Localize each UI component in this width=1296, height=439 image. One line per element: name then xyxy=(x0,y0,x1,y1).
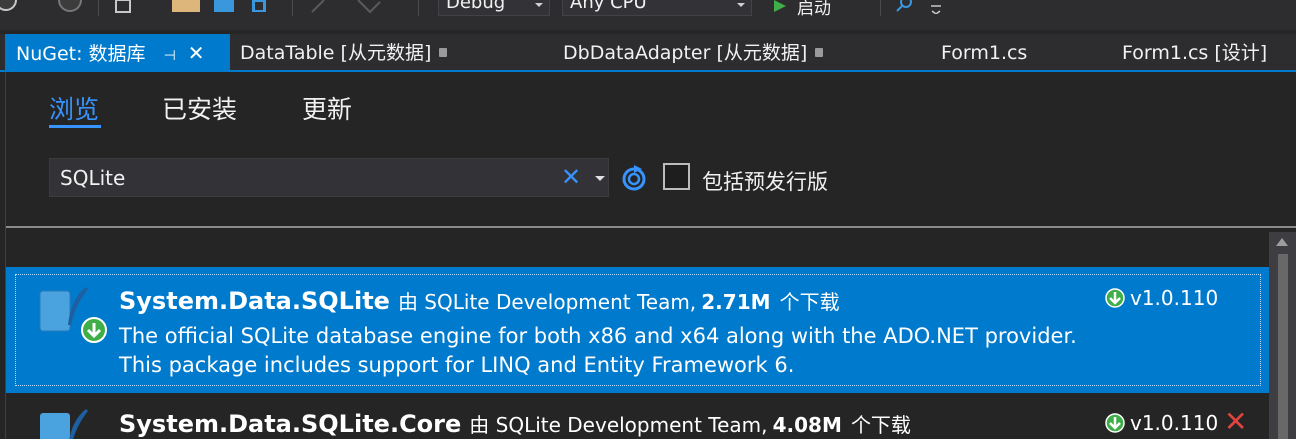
description-line: The official SQLite database engine for … xyxy=(119,324,1077,348)
package-title: System.Data.SQLite.Core 由 SQLite Developm… xyxy=(119,409,911,438)
search-input[interactable] xyxy=(60,166,540,190)
toolbar: Debug Any CPU 启动 xyxy=(0,0,1296,30)
scroll-up-icon[interactable] xyxy=(1276,238,1288,246)
tab-form1-design-label: Form1.cs [设计] xyxy=(1122,42,1268,64)
platform-value: Any CPU xyxy=(570,0,647,13)
package-name[interactable]: System.Data.SQLite.Core xyxy=(119,410,461,438)
tab-form1-cs-label: Form1.cs xyxy=(941,42,1028,64)
tab-nuget-label: NuGet: 数据库 xyxy=(16,43,146,65)
save-all-icon[interactable] xyxy=(248,0,270,14)
tab-installed[interactable]: 已安装 xyxy=(162,90,237,126)
toolbar-overflow-icon[interactable] xyxy=(930,0,942,14)
tab-dbdataadapter-label: DbDataAdapter [从元数据] xyxy=(563,42,808,64)
new-project-icon[interactable] xyxy=(112,0,136,14)
package-author: 由 SQLite Development Team, xyxy=(397,290,697,314)
scroll-thumb[interactable] xyxy=(1278,254,1288,439)
find-icon[interactable] xyxy=(894,0,916,14)
prerelease-checkbox[interactable] xyxy=(663,163,690,190)
package-title: System.Data.SQLite 由 SQLite Development T… xyxy=(119,286,840,315)
version-label: v1.0.110 xyxy=(1104,411,1218,436)
download-icon xyxy=(1105,412,1125,433)
package-description: The official SQLite database engine for … xyxy=(119,322,1077,380)
tab-browse[interactable]: 浏览 xyxy=(49,90,99,126)
configuration-dropdown[interactable]: Debug xyxy=(438,0,550,16)
sqlite-logo-icon xyxy=(40,409,88,439)
search-box: ✕ xyxy=(49,158,609,197)
refresh-icon[interactable] xyxy=(620,164,648,192)
version-value: v1.0.110 xyxy=(1130,286,1219,310)
browse-underline xyxy=(49,125,101,128)
tab-dbdataadapter[interactable]: DbDataAdapter [从元数据] xyxy=(563,34,824,72)
redo-icon[interactable] xyxy=(356,0,382,14)
download-icon xyxy=(81,317,107,343)
close-icon[interactable]: ✕ xyxy=(561,163,581,191)
divider xyxy=(6,226,1296,228)
download-suffix: 个下载 xyxy=(850,413,911,437)
tab-nuget[interactable]: NuGet: 数据库 ⊣ ✕ xyxy=(5,34,230,72)
save-icon[interactable] xyxy=(214,0,236,14)
download-suffix: 个下载 xyxy=(779,290,840,314)
start-icon[interactable] xyxy=(772,0,790,14)
tab-updates[interactable]: 更新 xyxy=(302,90,352,126)
tab-form1-design[interactable]: Form1.cs [设计] xyxy=(1122,34,1267,72)
tab-datatable-label: DataTable [从元数据] xyxy=(240,42,432,64)
list-item[interactable]: System.Data.SQLite.Core 由 SQLite Developm… xyxy=(6,393,1269,439)
version-value: v1.0.110 xyxy=(1130,411,1219,435)
configuration-value: Debug xyxy=(446,0,506,13)
scrollbar[interactable] xyxy=(1269,232,1296,439)
close-icon[interactable]: ✕ xyxy=(188,34,205,72)
download-icon xyxy=(1105,287,1125,308)
open-folder-icon[interactable] xyxy=(172,0,202,14)
forward-icon[interactable] xyxy=(56,0,84,14)
tab-form1-cs[interactable]: Form1.cs xyxy=(941,34,1027,72)
lock-icon xyxy=(815,48,824,57)
list-item[interactable]: System.Data.SQLite 由 SQLite Development T… xyxy=(6,267,1269,393)
chevron-down-icon[interactable] xyxy=(595,176,605,181)
package-author: 由 SQLite Development Team, xyxy=(469,413,768,437)
document-tabstrip: NuGet: 数据库 ⊣ ✕ DataTable [从元数据] DbDataAdap… xyxy=(0,34,1296,72)
undo-icon[interactable] xyxy=(310,0,336,14)
package-name[interactable]: System.Data.SQLite xyxy=(119,287,390,315)
tab-datatable[interactable]: DataTable [从元数据] xyxy=(240,34,448,72)
start-button[interactable]: 启动 xyxy=(797,0,831,19)
description-line: This package includes support for LINQ a… xyxy=(119,353,795,377)
platform-dropdown[interactable]: Any CPU xyxy=(562,0,752,16)
prerelease-label: 包括预发行版 xyxy=(702,170,828,194)
lock-icon xyxy=(439,48,448,57)
uninstall-icon[interactable]: ✕ xyxy=(1224,405,1247,438)
version-label: v1.0.110 xyxy=(1104,286,1218,311)
download-count: 2.71M xyxy=(701,290,771,314)
back-icon[interactable] xyxy=(0,0,22,14)
download-count: 4.08M xyxy=(772,413,842,437)
